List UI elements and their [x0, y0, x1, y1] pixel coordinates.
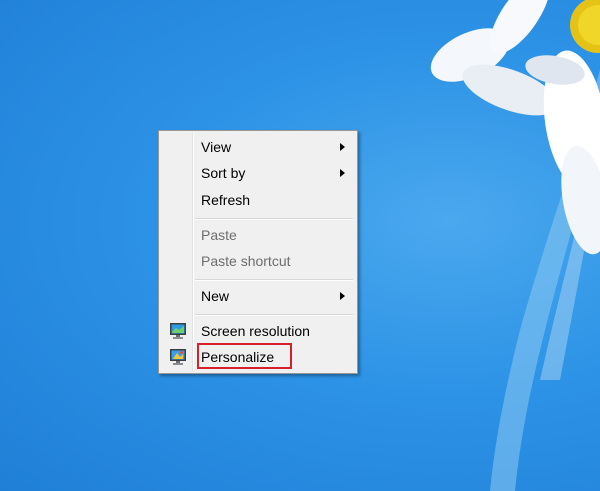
menu-item-label: View	[201, 139, 232, 155]
menu-item-personalize[interactable]: Personalize	[161, 343, 355, 369]
menu-item-screen-resolution[interactable]: Screen resolution	[161, 319, 355, 343]
submenu-arrow-icon	[340, 143, 345, 151]
menu-separator	[195, 314, 353, 316]
menu-separator	[195, 218, 353, 220]
menu-item-label: Sort by	[201, 165, 246, 181]
menu-item-label: New	[201, 288, 230, 304]
personalize-icon	[170, 349, 186, 365]
menu-item-label: Paste shortcut	[201, 253, 291, 269]
submenu-arrow-icon	[340, 292, 345, 300]
menu-item-paste: Paste	[161, 223, 355, 247]
desktop-context-menu: View Sort by Refresh Paste Paste shortcu…	[158, 130, 358, 374]
menu-item-view[interactable]: View	[161, 135, 355, 159]
screen-resolution-icon	[170, 323, 186, 339]
menu-separator	[195, 279, 353, 281]
menu-item-label: Paste	[201, 227, 237, 243]
annotation-highlight-box	[197, 343, 292, 369]
menu-item-sort-by[interactable]: Sort by	[161, 161, 355, 185]
desktop[interactable]: View Sort by Refresh Paste Paste shortcu…	[0, 0, 600, 491]
menu-item-refresh[interactable]: Refresh	[161, 188, 355, 212]
menu-item-new[interactable]: New	[161, 284, 355, 308]
menu-item-label: Refresh	[201, 192, 251, 208]
submenu-arrow-icon	[340, 169, 345, 177]
menu-item-label: Screen resolution	[201, 323, 310, 339]
menu-item-paste-shortcut: Paste shortcut	[161, 249, 355, 273]
